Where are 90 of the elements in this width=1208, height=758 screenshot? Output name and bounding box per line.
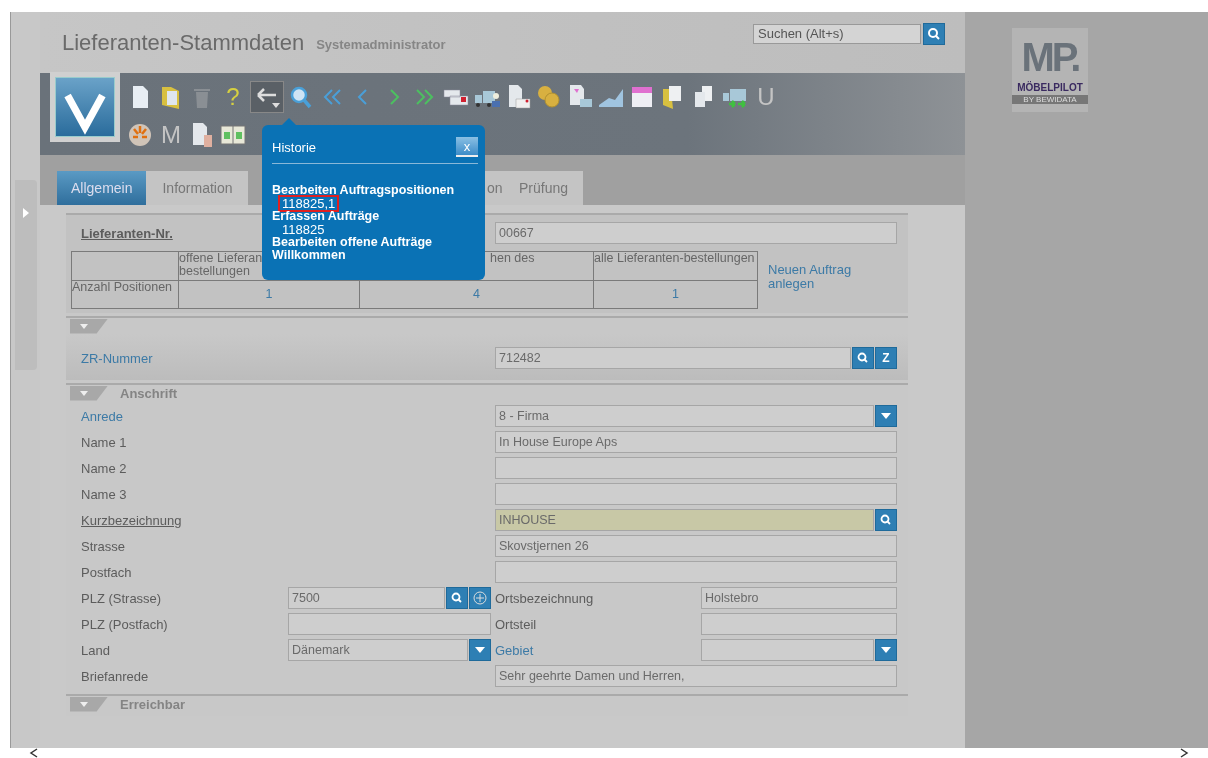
field-label[interactable]: Gebiet: [495, 642, 701, 658]
field-label: Kurzbezeichnung: [81, 512, 183, 528]
text-field[interactable]: Holstebro: [701, 587, 897, 609]
toolbar-glyph[interactable]: U: [752, 83, 780, 111]
text-field[interactable]: [495, 561, 897, 583]
popup-title: Historie: [272, 139, 317, 155]
history-item[interactable]: Willkommen: [272, 249, 346, 262]
field-label: Postfach: [81, 564, 133, 580]
user-name: Systemadministrator: [316, 37, 446, 52]
search-icon: [880, 514, 892, 526]
caret-down-icon: [881, 413, 891, 419]
text-field[interactable]: INHOUSE: [495, 509, 874, 531]
section-toggle[interactable]: [70, 696, 108, 712]
field-label: Briefanrede: [81, 668, 150, 684]
table-cell: 1: [265, 287, 273, 301]
history-item[interactable]: Erfassen Aufträge: [272, 210, 380, 223]
burst-icon[interactable]: [126, 121, 154, 149]
save-button[interactable]: [50, 72, 120, 142]
left-chevron-icon[interactable]: [28, 748, 40, 758]
section-toggle[interactable]: [70, 318, 108, 334]
text-field[interactable]: [701, 613, 897, 635]
history-subitem[interactable]: 118825,1: [278, 195, 340, 212]
history-subitem[interactable]: 118825: [278, 221, 329, 238]
right-arrow-icon: [22, 208, 30, 218]
field-label: Name 2: [81, 460, 128, 476]
text-field[interactable]: [495, 483, 897, 505]
column-header: offene Lieferan bestellungen: [179, 252, 263, 278]
close-button[interactable]: x: [456, 137, 478, 157]
field-label: Name 1: [81, 434, 128, 450]
text-field[interactable]: 712482: [495, 347, 851, 369]
field-label: Name 3: [81, 486, 128, 502]
text-field[interactable]: [495, 457, 897, 479]
text-field[interactable]: Sehr geehrte Damen und Herren,: [495, 665, 897, 687]
caret-down-icon: [475, 647, 485, 653]
history-item[interactable]: Bearbeiten Auftragspositionen: [272, 184, 455, 197]
text-field[interactable]: Skovstjernen 26: [495, 535, 897, 557]
table-cell: 4: [473, 287, 480, 301]
tab[interactable]: Allgemein: [57, 171, 147, 205]
caret-down-icon: [80, 323, 88, 329]
field-label: PLZ (Strasse): [81, 590, 163, 606]
toolbar-glyph[interactable]: ?: [219, 83, 247, 111]
logo: MP. MÖBELPILOT BY BEWIDATA: [1012, 28, 1088, 112]
column-header: alle Lieferanten-bestellungen: [594, 252, 755, 265]
dropdown[interactable]: Dänemark: [288, 639, 468, 661]
field-label: Ortsteil: [495, 616, 538, 632]
side-panel-handle[interactable]: [15, 180, 37, 370]
field-button[interactable]: Z: [875, 347, 897, 369]
row-header: Anzahl Positionen: [72, 281, 173, 294]
search-button[interactable]: [923, 22, 945, 45]
back-button[interactable]: [250, 81, 284, 113]
text-field[interactable]: 7500: [288, 587, 445, 609]
search-icon: [857, 352, 869, 364]
field-label[interactable]: Anrede: [81, 408, 288, 424]
section-title: Anschrift: [120, 385, 178, 401]
field-label: Land: [81, 642, 111, 658]
caret-down-icon: [80, 701, 88, 707]
text-field[interactable]: 00667: [495, 222, 897, 244]
search-field[interactable]: Suchen (Alt+s): [753, 23, 921, 44]
new-order-link[interactable]: Neuen Auftrag anlegen: [768, 263, 878, 309]
column-header: hen des: [489, 252, 535, 265]
plus-circle-icon: [473, 591, 487, 605]
tab[interactable]: Prüfung: [503, 171, 584, 205]
field-label: Strasse: [81, 538, 127, 554]
dropdown[interactable]: 8 - Firma: [495, 405, 874, 427]
toolbar-glyph[interactable]: M: [157, 121, 185, 149]
dropdown-button[interactable]: [875, 405, 897, 427]
search-button[interactable]: [852, 347, 874, 369]
table-cell: 1: [672, 287, 679, 301]
search-icon: [927, 26, 941, 41]
page-title: Lieferanten-Stammdaten: [62, 29, 305, 56]
history-item[interactable]: Bearbeiten offene Aufträge: [272, 236, 432, 249]
add-button[interactable]: [469, 587, 491, 609]
tab[interactable]: Information: [146, 171, 249, 205]
field-label: PLZ (Postfach): [81, 616, 169, 632]
check-icon: [55, 77, 115, 137]
right-chevron-icon[interactable]: [1178, 748, 1190, 758]
text-field[interactable]: [288, 613, 491, 635]
section-toggle[interactable]: [70, 385, 108, 401]
caret-down-icon: [80, 390, 88, 396]
coins-icon[interactable]: [535, 83, 563, 111]
field-label: Ortsbezeichnung: [495, 590, 595, 606]
dropdown-button[interactable]: [469, 639, 491, 661]
text-field[interactable]: In House Europe Aps: [495, 431, 897, 453]
search-button[interactable]: [875, 509, 897, 531]
section-title: Erreichbar: [120, 696, 186, 712]
search-icon: [451, 592, 463, 604]
caret-down-icon: [881, 647, 891, 653]
search-button[interactable]: [446, 587, 468, 609]
dropdown-button[interactable]: [875, 639, 897, 661]
field-label[interactable]: ZR-Nummer: [81, 350, 288, 366]
